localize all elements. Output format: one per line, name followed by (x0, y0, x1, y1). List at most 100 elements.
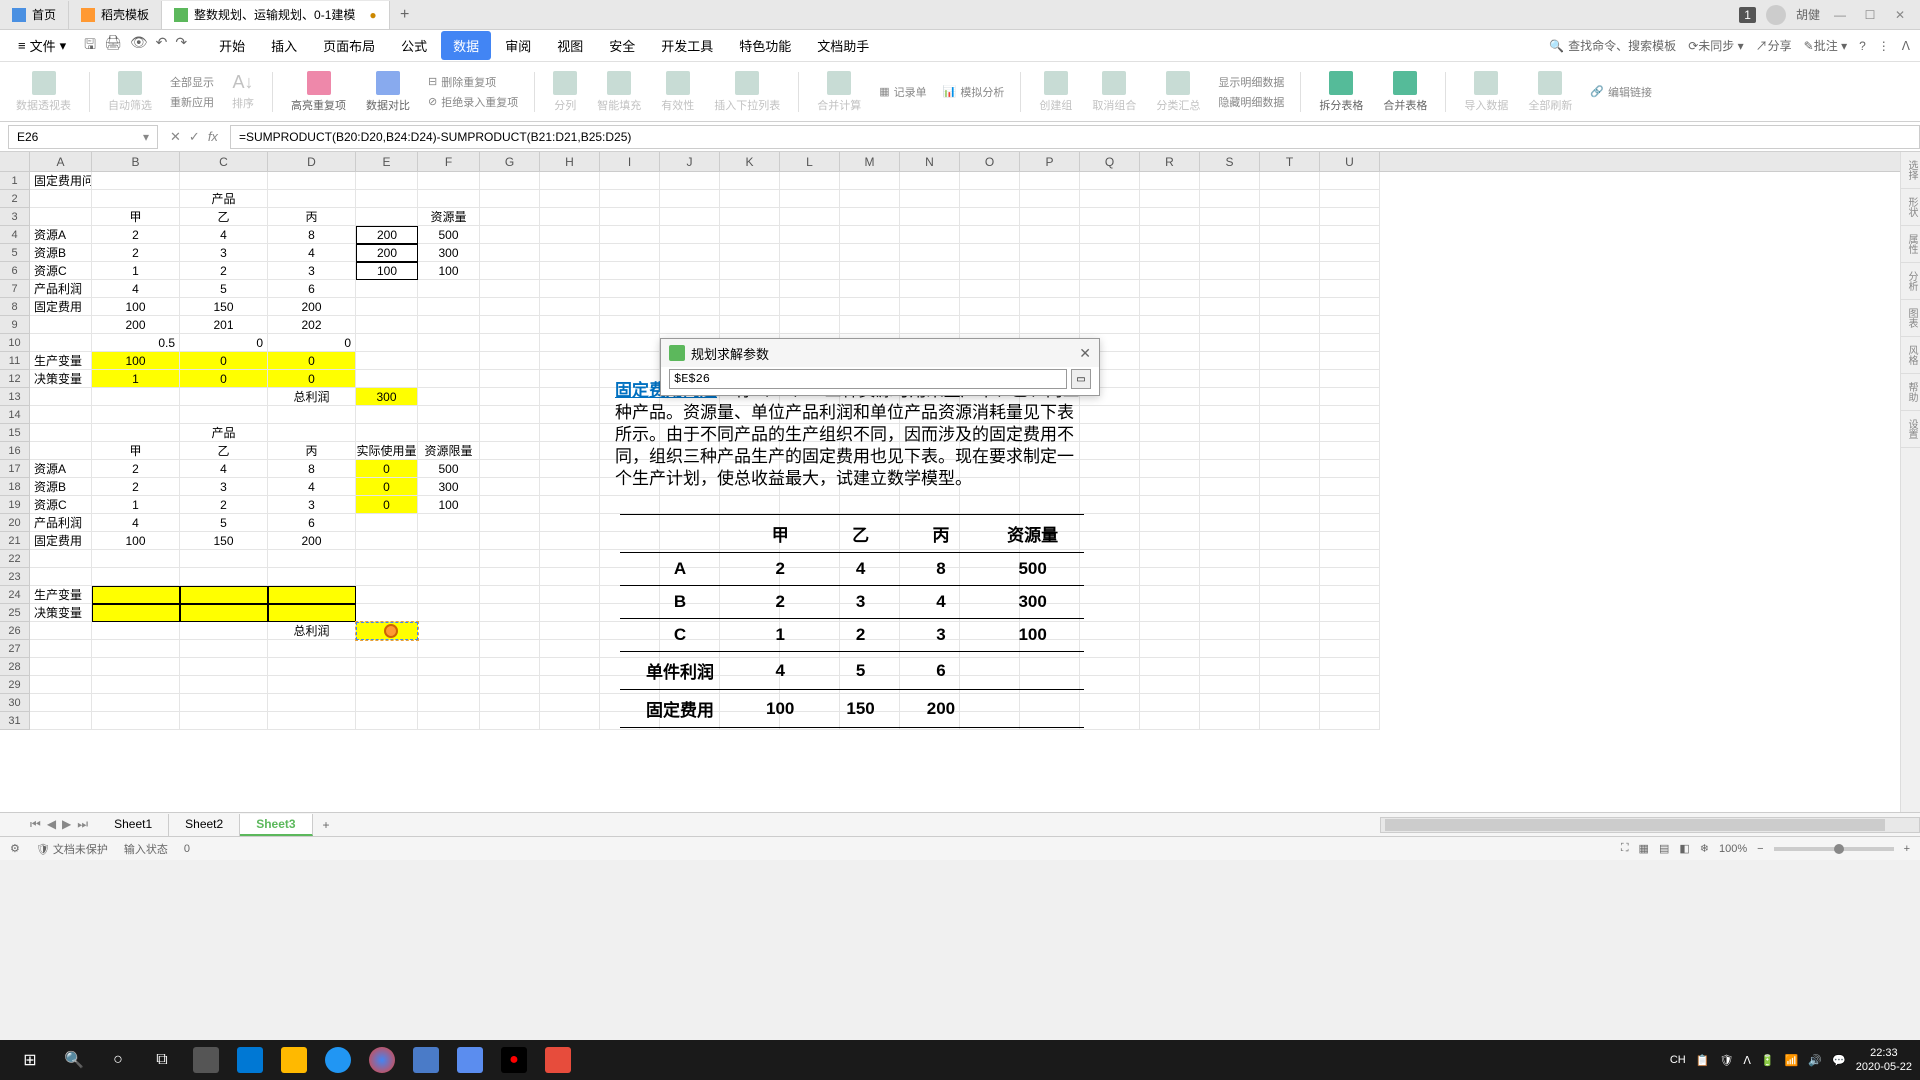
cell-D3[interactable]: 丙 (268, 208, 356, 226)
simulation-button[interactable]: 📊 模拟分析 (939, 83, 1009, 101)
cell-D7[interactable]: 6 (268, 280, 356, 298)
row-header-27[interactable]: 27 (0, 640, 29, 658)
next-sheet-icon[interactable]: ▶ (62, 817, 71, 832)
taskbar-app-1[interactable] (184, 1042, 228, 1078)
reject-dup-button[interactable]: ⊘ 拒绝录入重复项 (424, 93, 522, 111)
group-button[interactable]: 创建组 (1033, 69, 1078, 115)
avatar[interactable] (1766, 5, 1786, 25)
taskbar-wps[interactable] (404, 1042, 448, 1078)
taskbar-record[interactable]: ● (492, 1042, 536, 1078)
autofilter-button[interactable]: 自动筛选 (102, 69, 158, 115)
cell-B20[interactable]: 4 (92, 514, 180, 532)
tab-template[interactable]: 稻壳模板 (69, 1, 162, 29)
reapply-button[interactable]: 重新应用 (166, 93, 218, 111)
row-header-28[interactable]: 28 (0, 658, 29, 676)
row-header-12[interactable]: 12 (0, 370, 29, 388)
cell-A8[interactable]: 固定费用 (30, 298, 92, 316)
help-icon[interactable]: ? (1859, 39, 1866, 53)
row-header-4[interactable]: 4 (0, 226, 29, 244)
zoom-in-button[interactable]: + (1904, 843, 1910, 855)
row-header-26[interactable]: 26 (0, 622, 29, 640)
validity-button[interactable]: 有效性 (655, 69, 700, 115)
cell-C7[interactable]: 5 (180, 280, 268, 298)
close-button[interactable]: ✕ (1890, 8, 1910, 22)
protection-status[interactable]: 🛡 文档未保护 (36, 841, 108, 857)
cell-C24[interactable] (180, 586, 268, 604)
cell-B16[interactable]: 甲 (92, 442, 180, 460)
menu-tab-特色功能[interactable]: 特色功能 (727, 31, 803, 60)
cell-D21[interactable]: 200 (268, 532, 356, 550)
preview-icon[interactable]: 👁 (130, 34, 148, 58)
name-box-dropdown-icon[interactable]: ▾ (143, 130, 149, 144)
cell-B19[interactable]: 1 (92, 496, 180, 514)
col-header-U[interactable]: U (1320, 152, 1380, 171)
cell-C8[interactable]: 150 (180, 298, 268, 316)
cell-B18[interactable]: 2 (92, 478, 180, 496)
row-header-11[interactable]: 11 (0, 352, 29, 370)
fx-icon[interactable]: fx (208, 129, 218, 145)
tray-icon-1[interactable]: 📋 (1696, 1054, 1710, 1067)
cell-B24[interactable] (92, 586, 180, 604)
cell-A17[interactable]: 资源A (30, 460, 92, 478)
cell-E19[interactable]: 0 (356, 496, 418, 514)
tray-expand-icon[interactable]: ᐱ (1743, 1054, 1751, 1067)
cell-B4[interactable]: 2 (92, 226, 180, 244)
cell-E13[interactable]: 300 (356, 388, 418, 406)
cell-C12[interactable]: 0 (180, 370, 268, 388)
col-header-D[interactable]: D (268, 152, 356, 171)
refresh-all-button[interactable]: 全部刷新 (1522, 69, 1578, 115)
expand-dialog-button[interactable]: ▭ (1071, 369, 1091, 389)
col-header-H[interactable]: H (540, 152, 600, 171)
text-to-columns-button[interactable]: 分列 (547, 69, 583, 115)
taskbar-explorer[interactable] (272, 1042, 316, 1078)
import-data-button[interactable]: 导入数据 (1458, 69, 1514, 115)
wifi-icon[interactable]: 📶 (1785, 1054, 1799, 1067)
cell-B12[interactable]: 1 (92, 370, 180, 388)
side-风格[interactable]: 风格 (1901, 337, 1920, 374)
cell-D11[interactable]: 0 (268, 352, 356, 370)
side-形状[interactable]: 形状 (1901, 189, 1920, 226)
cell-F16[interactable]: 资源限量 (418, 442, 480, 460)
tray-icon-2[interactable]: 🛡 (1719, 1054, 1733, 1067)
cell-B9[interactable]: 200 (92, 316, 180, 334)
cell-A6[interactable]: 资源C (30, 262, 92, 280)
row-header-2[interactable]: 2 (0, 190, 29, 208)
row-header-13[interactable]: 13 (0, 388, 29, 406)
cell-E6[interactable]: 100 (356, 262, 418, 280)
side-设置[interactable]: 设置 (1901, 411, 1920, 448)
ungroup-button[interactable]: 取消组合 (1086, 69, 1142, 115)
tab-add-button[interactable]: + (390, 6, 420, 24)
col-header-K[interactable]: K (720, 152, 780, 171)
col-header-B[interactable]: B (92, 152, 180, 171)
col-header-C[interactable]: C (180, 152, 268, 171)
row-header-8[interactable]: 8 (0, 298, 29, 316)
cell-C20[interactable]: 5 (180, 514, 268, 532)
cell-B21[interactable]: 100 (92, 532, 180, 550)
add-sheet-button[interactable]: + (313, 818, 340, 832)
cell-D24[interactable] (268, 586, 356, 604)
cell-C16[interactable]: 乙 (180, 442, 268, 460)
subtotal-button[interactable]: 分类汇总 (1150, 69, 1206, 115)
cell-D4[interactable]: 8 (268, 226, 356, 244)
maximize-button[interactable]: ☐ (1860, 8, 1880, 22)
cell-A4[interactable]: 资源A (30, 226, 92, 244)
cell-A12[interactable]: 决策变量 (30, 370, 92, 388)
col-header-F[interactable]: F (418, 152, 480, 171)
cell-C4[interactable]: 4 (180, 226, 268, 244)
showdetail-button[interactable]: 显示明细数据 (1214, 73, 1288, 91)
pivot-table-button[interactable]: 数据透视表 (10, 69, 77, 115)
cell-E4[interactable]: 200 (356, 226, 418, 244)
more-icon[interactable]: ⋮ (1878, 39, 1890, 53)
cell-C11[interactable]: 0 (180, 352, 268, 370)
row-header-20[interactable]: 20 (0, 514, 29, 532)
cell-D16[interactable]: 丙 (268, 442, 356, 460)
collapse-ribbon-icon[interactable]: ᐱ (1902, 39, 1910, 53)
smartfill-button[interactable]: 智能填充 (591, 69, 647, 115)
name-box[interactable]: E26▾ (8, 125, 158, 149)
cell-F19[interactable]: 100 (418, 496, 480, 514)
save-icon[interactable]: 🖫 (84, 34, 96, 58)
showall-button[interactable]: 全部显示 (166, 73, 218, 91)
reading-view-icon[interactable]: ◧ (1679, 842, 1689, 855)
row-header-15[interactable]: 15 (0, 424, 29, 442)
row-header-29[interactable]: 29 (0, 676, 29, 694)
